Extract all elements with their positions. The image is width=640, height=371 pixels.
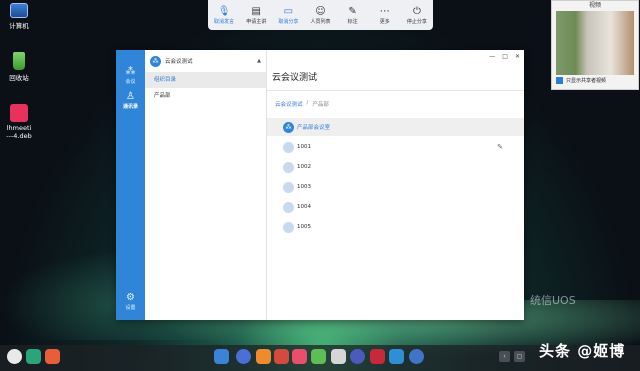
user-name: 1003	[297, 184, 311, 190]
org-avatar: ⁂	[150, 55, 161, 67]
annotate-button[interactable]: ✎ 标注	[341, 6, 365, 25]
tray-left-button[interactable]: ‹	[499, 351, 510, 362]
user-row[interactable]: 1003	[283, 181, 503, 193]
user-row[interactable]: 1005	[283, 221, 503, 233]
user-row[interactable]: 1002	[283, 161, 503, 173]
maximize-icon[interactable]: □	[502, 53, 508, 60]
user-name: 1004	[297, 204, 311, 210]
checkbox-label: 只显示共享者视频	[566, 78, 607, 84]
divider	[267, 90, 524, 91]
user-row[interactable]: 1004	[283, 201, 503, 213]
shared-only-checkbox-row[interactable]: 只显示共享者视频	[552, 75, 638, 86]
org-tree-panel: ⁂ 云会议测试 ▲ 组织目录 产品部	[145, 50, 267, 320]
nav-rail: ⁂ 会议 ♙ 通讯录 ⚙ 设置	[116, 50, 145, 320]
user-avatar	[283, 161, 294, 173]
user-avatar	[283, 221, 294, 233]
meeting-app-window: ⁂ 会议 ♙ 通讯录 ⚙ 设置 ⁂ 云会议测试 ▲ 组织目录 产品部 — □ ✕…	[116, 50, 524, 320]
weather-icon[interactable]	[409, 349, 424, 364]
rail-item-meeting[interactable]: ⁂ 会议	[116, 66, 145, 85]
terminal-icon[interactable]	[370, 349, 385, 364]
close-icon[interactable]: ✕	[515, 53, 520, 60]
video-panel: 视频 只显示共享者视频	[551, 0, 639, 90]
user-avatar	[283, 181, 294, 193]
people-icon: ☺	[315, 5, 326, 17]
attribution-watermark: 头条 @姬博	[539, 342, 626, 360]
stop-share-button[interactable]: ⏻ 停止分享	[405, 6, 429, 25]
browser-icon[interactable]	[236, 349, 251, 364]
tray-button[interactable]: ▢	[514, 351, 525, 362]
breadcrumb-current: 产品部	[312, 102, 329, 108]
user-name: 1005	[297, 224, 311, 230]
desktop-icon-trash[interactable]: 回收站	[3, 52, 35, 82]
app-store-icon[interactable]	[45, 349, 60, 364]
rail-item-contacts[interactable]: ♙ 通讯录	[116, 91, 145, 110]
main-panel: — □ ✕ 云会议测试 云会议测试 / 产品部 ⁂ 产品部会议室 1001 ✎ …	[267, 50, 524, 320]
request-speaker-button[interactable]: ▤ 申请主讲	[244, 6, 268, 25]
minimize-icon[interactable]: —	[489, 53, 495, 60]
camera-feed	[556, 11, 634, 75]
tree-item-product-dept[interactable]: 产品部	[145, 88, 266, 104]
user-avatar	[283, 201, 294, 213]
request-speaker-icon: ▤	[251, 5, 261, 17]
music-icon[interactable]	[292, 349, 307, 364]
desktop-icon-label: 回收站	[9, 74, 29, 82]
window-controls: — □ ✕	[489, 53, 520, 60]
app-store-dock-icon[interactable]	[256, 349, 271, 364]
org-name: 云会议测试	[165, 59, 193, 65]
launcher-icon[interactable]	[7, 349, 22, 364]
cancel-share-button[interactable]: ▭ 取消分享	[276, 6, 300, 25]
computer-icon	[10, 3, 28, 18]
mute-button[interactable]: 🎙 取消发言	[212, 6, 236, 25]
group-avatar: ⁂	[283, 121, 294, 133]
more-icon: ⋯	[379, 5, 390, 17]
meeting-icon: ⁂	[125, 66, 136, 77]
os-watermark: 统信UOS	[530, 294, 576, 307]
power-icon: ⏻	[412, 5, 421, 17]
desktop-icon-deb-file[interactable]: lhmeeti ---4.deb	[3, 104, 35, 140]
user-name: 1001	[297, 144, 311, 150]
user-name: 1002	[297, 164, 311, 170]
settings-dock-icon[interactable]	[350, 349, 365, 364]
user-row[interactable]: 1001 ✎	[283, 141, 503, 153]
file-manager-icon[interactable]	[214, 349, 229, 364]
desktop-icon-computer[interactable]: 计算机	[3, 3, 35, 30]
meeting-app-icon[interactable]	[389, 349, 404, 364]
desktop-icon-label: 计算机	[9, 22, 29, 30]
mic-icon: 🎙	[217, 5, 231, 17]
meeting-room-label: 产品部会议室	[297, 125, 331, 131]
breadcrumb: 云会议测试 / 产品部	[275, 100, 329, 108]
more-button[interactable]: ⋯ 更多	[373, 6, 397, 25]
desktop-icon-label: lhmeeti ---4.deb	[6, 124, 32, 140]
trash-icon	[13, 52, 25, 70]
page-title: 云会议测试	[272, 73, 318, 83]
breadcrumb-link[interactable]: 云会议测试	[275, 100, 303, 108]
video-panel-title: 视频	[588, 2, 601, 9]
calendar-icon[interactable]	[331, 349, 346, 364]
rail-item-settings[interactable]: ⚙ 设置	[116, 292, 145, 311]
participants-button[interactable]: ☺ 人员列表	[308, 6, 332, 25]
multitask-view-icon[interactable]	[26, 349, 41, 364]
checkbox[interactable]	[556, 77, 563, 84]
settings-icon: ⚙	[126, 292, 135, 303]
image-viewer-icon[interactable]	[274, 349, 289, 364]
document-icon[interactable]	[311, 349, 326, 364]
contacts-icon: ♙	[126, 91, 135, 102]
meeting-toolbar: 🎙 取消发言 ▤ 申请主讲 ▭ 取消分享 ☺ 人员列表 ✎ 标注 ⋯ 更多 ⏻ …	[208, 0, 433, 30]
camera-icon: ▭	[283, 5, 294, 17]
org-header[interactable]: ⁂ 云会议测试 ▲	[145, 50, 266, 72]
breadcrumb-separator: /	[306, 100, 309, 106]
deb-package-icon	[10, 104, 28, 122]
meeting-room-row[interactable]: ⁂ 产品部会议室	[267, 118, 524, 136]
pen-icon: ✎	[348, 5, 357, 17]
edit-icon[interactable]: ✎	[497, 143, 503, 151]
collapse-caret-icon[interactable]: ▲	[257, 58, 261, 64]
user-avatar	[283, 141, 294, 153]
tree-item-org-directory[interactable]: 组织目录	[145, 72, 266, 88]
